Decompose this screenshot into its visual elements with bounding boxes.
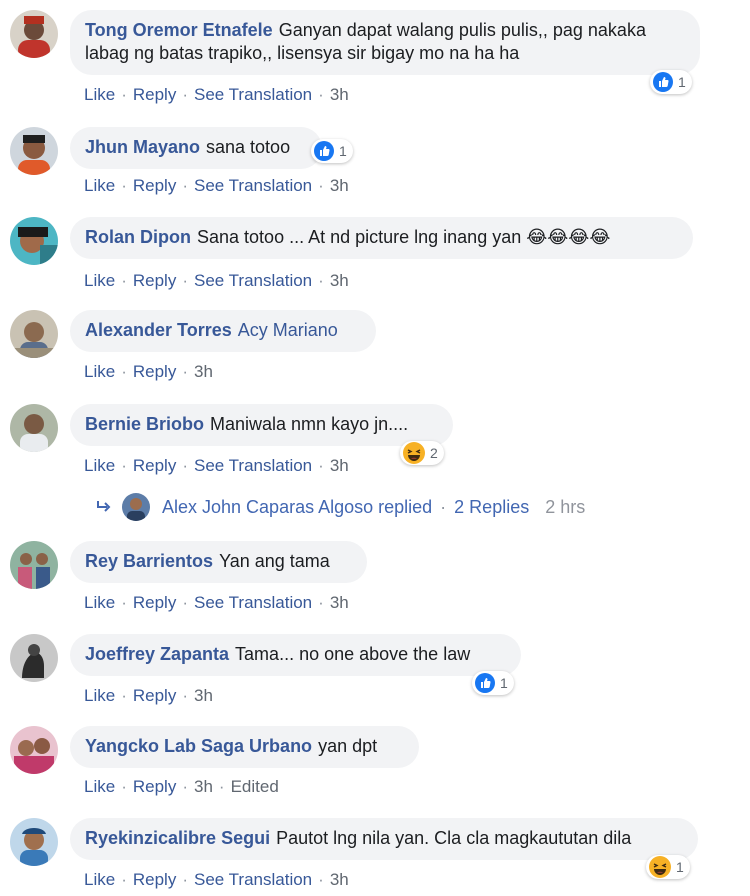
avatar[interactable] xyxy=(10,818,58,866)
reply-link[interactable]: Reply xyxy=(133,777,176,796)
avatar[interactable] xyxy=(10,404,58,452)
comment-bubble: Tong Oremor Etnafele Ganyan dapat walang … xyxy=(70,10,700,75)
comment-author[interactable]: Tong Oremor Etnafele xyxy=(85,20,273,40)
see-translation-link[interactable]: See Translation xyxy=(194,271,312,290)
comment-time[interactable]: 3h xyxy=(194,686,213,705)
comment-time[interactable]: 3h xyxy=(194,362,213,381)
comment-bubble: Rolan Dipon Sana totoo ... At nd picture … xyxy=(70,217,693,259)
see-translation-link[interactable]: See Translation xyxy=(194,456,312,475)
comment-bubble: Bernie Briobo Maniwala nmn kayo jn.... xyxy=(70,404,453,446)
comment-time[interactable]: 3h xyxy=(330,85,349,104)
reaction-count: 1 xyxy=(678,74,686,90)
comment-author[interactable]: Ryekinzicalibre Segui xyxy=(85,828,270,848)
see-translation-link[interactable]: See Translation xyxy=(194,593,312,612)
comment-time[interactable]: 3h xyxy=(330,176,349,195)
like-link[interactable]: Like xyxy=(84,686,115,705)
comment-time[interactable]: 3h xyxy=(330,271,349,290)
reaction-count: 1 xyxy=(676,859,684,875)
reaction-badge[interactable]: 1 xyxy=(650,70,692,94)
like-link[interactable]: Like xyxy=(84,85,115,104)
like-reaction-icon xyxy=(475,673,495,693)
reaction-badge[interactable]: 1 xyxy=(646,855,690,879)
comment-bubble: Joeffrey Zapanta Tama... no one above the… xyxy=(70,634,521,676)
comment-actions: Like · Reply · 3h · Edited xyxy=(84,777,279,796)
comment-bubble: Jhun Mayano sana totoo xyxy=(70,127,322,169)
avatar xyxy=(122,493,150,521)
like-link[interactable]: Like xyxy=(84,456,115,475)
reaction-badge[interactable]: 1 xyxy=(311,139,353,163)
comment-text: Maniwala nmn kayo jn.... xyxy=(210,414,409,434)
comment-time[interactable]: 3h xyxy=(330,456,349,475)
comment-text: yan dpt xyxy=(318,736,378,756)
haha-reaction-icon xyxy=(403,442,425,464)
comment-actions: Like · Reply · See Translation · 3h xyxy=(84,456,349,475)
avatar[interactable] xyxy=(10,726,58,774)
like-link[interactable]: Like xyxy=(84,176,115,195)
reaction-badge[interactable]: 2 xyxy=(400,441,444,465)
reaction-badge[interactable]: 1 xyxy=(472,671,514,695)
comment-author[interactable]: Joeffrey Zapanta xyxy=(85,644,229,664)
reply-link[interactable]: Reply xyxy=(133,362,176,381)
view-replies-link[interactable]: Alex John Caparas Algoso replied · 2 Repli… xyxy=(96,493,585,521)
reply-link[interactable]: Reply xyxy=(133,271,176,290)
replies-time: 2 hrs xyxy=(545,496,586,517)
replies-count[interactable]: 2 Replies xyxy=(454,497,529,518)
avatar[interactable] xyxy=(10,541,58,589)
like-link[interactable]: Like xyxy=(84,870,115,889)
comment-author[interactable]: Alexander Torres xyxy=(85,320,232,340)
comment-text: sana totoo xyxy=(206,137,291,157)
avatar[interactable] xyxy=(10,127,58,175)
like-link[interactable]: Like xyxy=(84,593,115,612)
haha-reaction-icon xyxy=(649,856,671,878)
comment-text: Yan ang tama xyxy=(219,551,330,571)
comment-bubble: Yangcko Lab Saga Urbano yan dpt xyxy=(70,726,419,768)
replies-summary[interactable]: Alex John Caparas Algoso replied xyxy=(162,497,432,518)
reaction-count: 1 xyxy=(339,143,347,159)
comment-actions: Like · Reply · See Translation · 3h xyxy=(84,593,349,612)
reply-link[interactable]: Reply xyxy=(133,456,176,475)
comment-text: Sana totoo ... At nd picture lng inang y… xyxy=(197,227,611,247)
comment-actions: Like · Reply · See Translation · 3h xyxy=(84,870,349,889)
like-reaction-icon xyxy=(653,72,673,92)
comment-bubble: Rey Barrientos Yan ang tama xyxy=(70,541,367,583)
comment-time[interactable]: 3h xyxy=(330,593,349,612)
like-link[interactable]: Like xyxy=(84,777,115,796)
see-translation-link[interactable]: See Translation xyxy=(194,176,312,195)
comment-actions: Like · Reply · See Translation · 3h xyxy=(84,176,349,195)
comment-text: Tama... no one above the law xyxy=(235,644,471,664)
reaction-count: 2 xyxy=(430,445,438,461)
comment-actions: Like · Reply · 3h xyxy=(84,686,213,705)
comment-author[interactable]: Rey Barrientos xyxy=(85,551,213,571)
reply-link[interactable]: Reply xyxy=(133,870,176,889)
like-reaction-icon xyxy=(314,141,334,161)
comment-time[interactable]: 3h xyxy=(330,870,349,889)
comment-actions: Like · Reply · 3h xyxy=(84,362,213,381)
reply-link[interactable]: Reply xyxy=(133,85,176,104)
reaction-count: 1 xyxy=(500,675,508,691)
like-link[interactable]: Like xyxy=(84,362,115,381)
reply-arrow-icon xyxy=(97,501,111,512)
tagged-user[interactable]: Acy Mariano xyxy=(238,320,338,340)
like-link[interactable]: Like xyxy=(84,271,115,290)
comment-text: Pautot lng nila yan. Cla cla magkaututan… xyxy=(276,828,632,848)
avatar[interactable] xyxy=(10,634,58,682)
see-translation-link[interactable]: See Translation xyxy=(194,85,312,104)
comment-author[interactable]: Jhun Mayano xyxy=(85,137,200,157)
see-translation-link[interactable]: See Translation xyxy=(194,870,312,889)
avatar[interactable] xyxy=(10,10,58,58)
avatar[interactable] xyxy=(10,310,58,358)
comment-actions: Like · Reply · See Translation · 3h xyxy=(84,85,349,104)
reply-link[interactable]: Reply xyxy=(133,593,176,612)
comment-bubble: Ryekinzicalibre Segui Pautot lng nila yan… xyxy=(70,818,698,860)
avatar[interactable] xyxy=(10,217,58,265)
comment-time[interactable]: 3h xyxy=(194,777,213,796)
reply-link[interactable]: Reply xyxy=(133,686,176,705)
comment-bubble: Alexander Torres Acy Mariano xyxy=(70,310,376,352)
edited-label[interactable]: Edited xyxy=(231,777,279,796)
comment-author[interactable]: Bernie Briobo xyxy=(85,414,204,434)
reply-link[interactable]: Reply xyxy=(133,176,176,195)
comment-actions: Like · Reply · See Translation · 3h xyxy=(84,271,349,290)
comment-author[interactable]: Yangcko Lab Saga Urbano xyxy=(85,736,312,756)
comment-author[interactable]: Rolan Dipon xyxy=(85,227,191,247)
